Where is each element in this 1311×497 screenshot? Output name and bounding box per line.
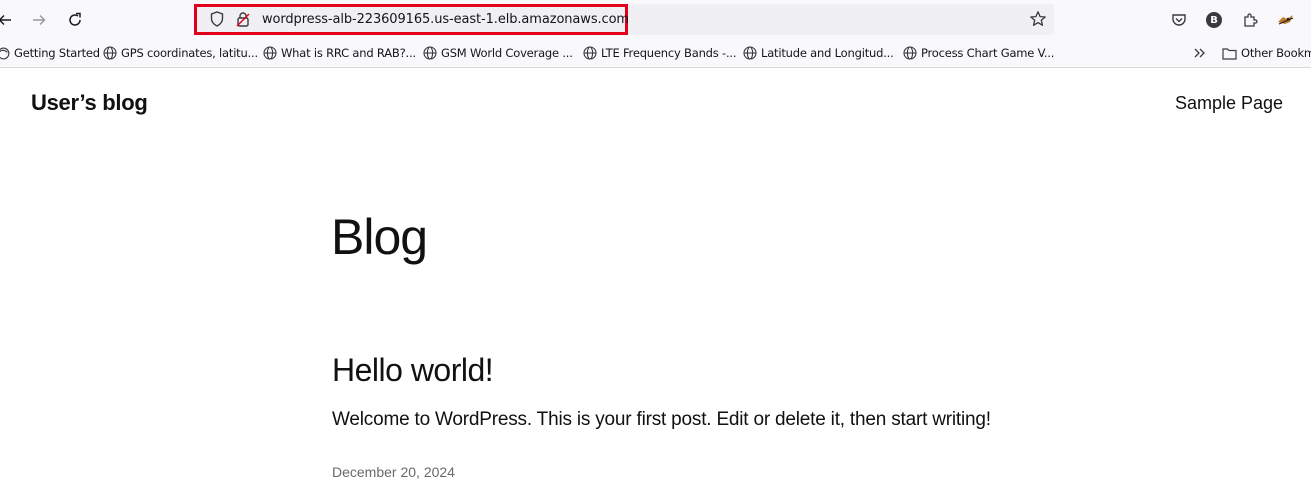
post-excerpt: Welcome to WordPress. This is your first… — [332, 409, 991, 430]
extensions-button[interactable] — [1240, 10, 1260, 30]
globe-icon — [903, 46, 917, 60]
bookmark-other-bookmarks[interactable]: Other Bookm — [1222, 46, 1311, 60]
profile-button[interactable]: B — [1204, 10, 1224, 30]
post-title-link[interactable]: Hello world! — [332, 352, 494, 389]
browser-toolbar: wordpress-alb-223609165.us-east-1.elb.am… — [0, 0, 1311, 40]
forward-button[interactable] — [28, 9, 50, 31]
globe-icon — [743, 46, 757, 60]
bookmark-process-chart[interactable]: Process Chart Game V... — [903, 46, 1054, 60]
back-arrow-icon — [0, 14, 11, 26]
forward-arrow-icon — [33, 14, 46, 26]
pocket-button[interactable] — [1169, 10, 1189, 30]
fox-icon — [1278, 15, 1294, 25]
bookmarks-bar: Getting Started GPS coordinates, latitu.… — [0, 40, 1311, 68]
globe-icon — [103, 46, 117, 60]
bookmarks-overflow-button[interactable] — [1193, 46, 1211, 60]
bookmark-lte-bands[interactable]: LTE Frequency Bands -... — [583, 46, 737, 60]
site-title[interactable]: User’s blog — [31, 90, 148, 116]
globe-icon — [263, 46, 277, 60]
bookmark-gps-coordinates[interactable]: GPS coordinates, latitu... — [103, 46, 258, 60]
avatar: B — [1206, 12, 1222, 28]
bookmark-getting-started[interactable]: Getting Started — [0, 46, 100, 60]
pocket-icon — [1172, 14, 1186, 26]
nav-link-sample-page[interactable]: Sample Page — [1175, 93, 1283, 114]
shield-icon[interactable] — [210, 11, 224, 27]
folder-icon — [1222, 47, 1237, 60]
globe-icon — [583, 46, 597, 60]
page-title: Blog — [331, 209, 428, 265]
reload-icon — [69, 12, 81, 26]
url-text[interactable]: wordpress-alb-223609165.us-east-1.elb.am… — [262, 12, 629, 27]
bookmark-gsm-coverage[interactable]: GSM World Coverage ... — [423, 46, 573, 60]
post-date[interactable]: December 20, 2024 — [332, 464, 455, 480]
firefox-icon — [0, 47, 10, 59]
chevrons-icon — [1194, 48, 1205, 58]
bookmark-rrc-rab[interactable]: What is RRC and RAB?... — [263, 46, 416, 60]
reload-button[interactable] — [64, 9, 86, 31]
globe-icon — [423, 46, 437, 60]
star-icon[interactable] — [1029, 10, 1047, 28]
extensions-icon — [1244, 13, 1258, 27]
bookmark-latitude-longitude[interactable]: Latitude and Longitud... — [743, 46, 894, 60]
back-button[interactable] — [0, 9, 16, 31]
fox-extension-button[interactable] — [1276, 10, 1296, 30]
lock-icon[interactable] — [236, 11, 250, 27]
